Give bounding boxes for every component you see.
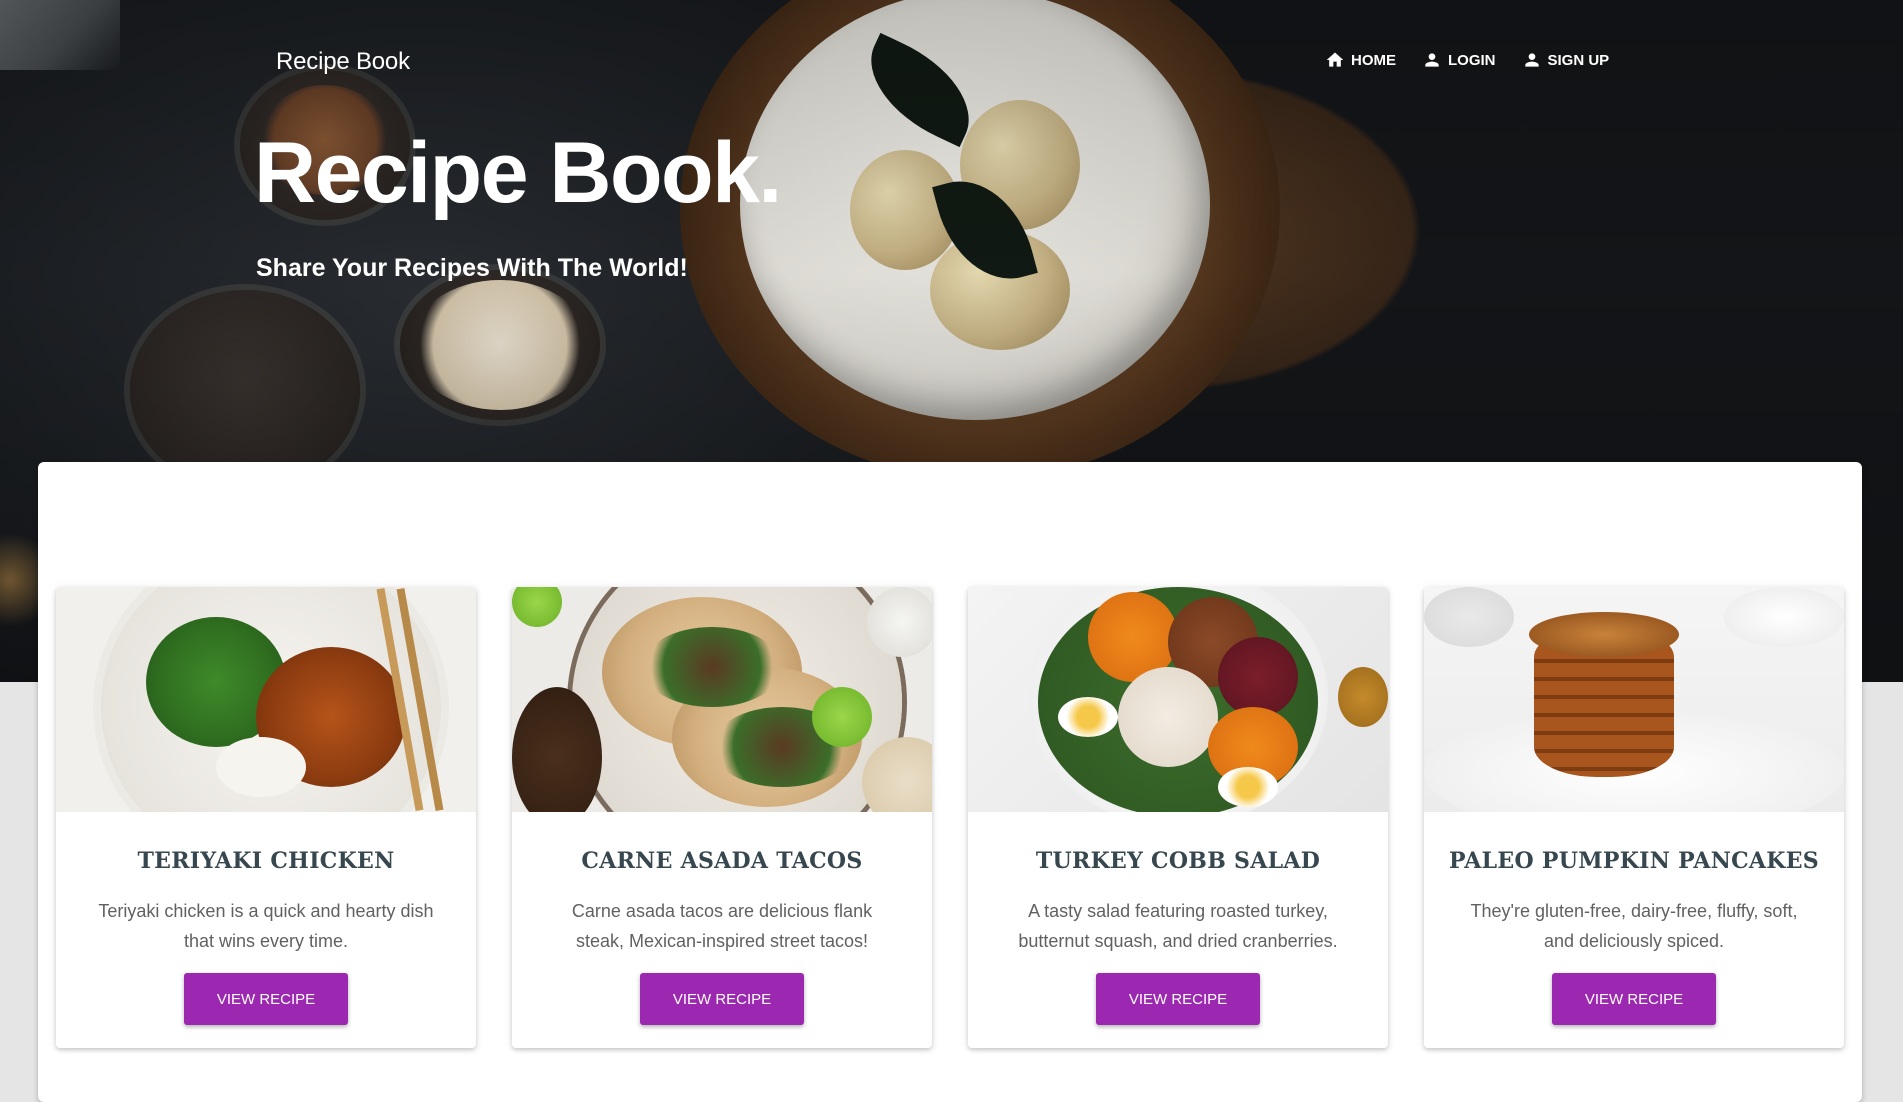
brand-logo[interactable]: Recipe Book (276, 48, 410, 76)
nav-login-label: Login (1448, 51, 1496, 69)
nav-login[interactable]: Login (1422, 50, 1496, 70)
recipe-image-paleo-pumpkin-pancakes (1424, 587, 1844, 812)
view-recipe-button[interactable]: View Recipe (184, 973, 348, 1025)
view-recipe-button[interactable]: View Recipe (1096, 973, 1260, 1025)
recipe-description: Carne asada tacos are delicious flank st… (571, 901, 873, 951)
recipe-description: A tasty salad featuring roasted turkey, … (1018, 901, 1338, 951)
person-icon (1524, 53, 1539, 67)
main-panel: Teriyaki Chicken Teriyaki chicken is a q… (38, 462, 1862, 1102)
top-nav: Home Login Sign Up (1325, 50, 1635, 70)
nav-home-label: Home (1351, 51, 1396, 69)
nav-signup-label: Sign Up (1547, 51, 1610, 69)
recipe-card: Turkey Cobb Salad A tasty salad featurin… (968, 587, 1388, 1048)
recipe-description: They're gluten-free, dairy-free, fluffy,… (1470, 901, 1798, 951)
home-icon (1326, 52, 1344, 67)
person-icon (1425, 53, 1439, 67)
recipe-description: Teriyaki chicken is a quick and hearty d… (98, 901, 434, 951)
recipe-title: Carne Asada Tacos (581, 848, 863, 874)
recipe-image-teriyaki-chicken (56, 587, 476, 812)
recipe-title: Turkey Cobb Salad (1035, 848, 1321, 874)
view-recipe-button[interactable]: View Recipe (1552, 973, 1716, 1025)
hero-subtitle: Share Your Recipes With The World! (256, 254, 688, 282)
recipe-title: Paleo Pumpkin Pancakes (1449, 848, 1819, 874)
nav-home[interactable]: Home (1325, 50, 1396, 70)
recipe-title: Teriyaki Chicken (137, 848, 395, 874)
recipe-card-list: Teriyaki Chicken Teriyaki chicken is a q… (56, 587, 1844, 1048)
nav-signup[interactable]: Sign Up (1522, 50, 1610, 70)
hero-title: Recipe Book. (254, 125, 782, 221)
recipe-image-carne-asada-tacos (512, 587, 932, 812)
view-recipe-button[interactable]: View Recipe (640, 973, 804, 1025)
recipe-image-turkey-cobb-salad (968, 587, 1388, 812)
recipe-card: Paleo Pumpkin Pancakes They're gluten-fr… (1424, 587, 1844, 1048)
recipe-card: Carne Asada Tacos Carne asada tacos are … (512, 587, 932, 1048)
recipe-card: Teriyaki Chicken Teriyaki chicken is a q… (56, 587, 476, 1048)
